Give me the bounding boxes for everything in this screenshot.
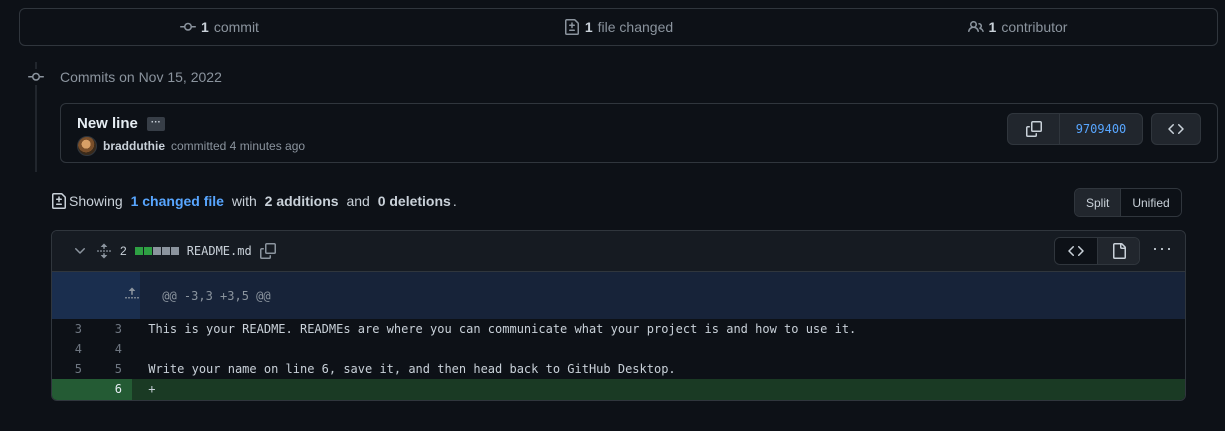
git-commit-icon bbox=[180, 22, 197, 31]
and-label: and bbox=[346, 193, 370, 209]
commit-meta: bradduthie committed 4 minutes ago bbox=[77, 136, 305, 156]
diffstat-bar bbox=[134, 247, 179, 255]
file-icon bbox=[1112, 243, 1126, 259]
commits-date-heading: Commits on Nov 15, 2022 bbox=[60, 69, 222, 85]
file-header-actions: ··· bbox=[1054, 237, 1173, 265]
fold-up-icon bbox=[125, 287, 140, 299]
code-line bbox=[140, 339, 1185, 359]
people-icon bbox=[967, 20, 984, 33]
commit-sha-link[interactable]: 9709400 bbox=[1060, 114, 1142, 144]
diffstat-block bbox=[143, 247, 152, 255]
old-line-number[interactable] bbox=[52, 379, 92, 399]
avatar[interactable] bbox=[77, 136, 97, 156]
contributors-count: 1 bbox=[988, 19, 997, 35]
diff-view-toggle: Split Unified bbox=[1074, 188, 1182, 217]
file-header: 2 README.md ··· bbox=[52, 231, 1185, 272]
author-link[interactable]: bradduthie bbox=[103, 139, 165, 153]
rich-diff-button[interactable] bbox=[1097, 238, 1140, 264]
changed-files-link[interactable]: 1 changed file bbox=[131, 193, 224, 209]
git-commit-icon bbox=[27, 69, 45, 85]
expand-up-button[interactable] bbox=[52, 272, 141, 319]
unified-view-button[interactable]: Unified bbox=[1121, 189, 1181, 216]
diff-context-row: 44 bbox=[52, 339, 1185, 359]
chevron-down-icon[interactable] bbox=[72, 243, 88, 259]
hunk-header-row: @@ -3,3 +3,5 @@ bbox=[52, 272, 1185, 319]
browse-repo-button[interactable] bbox=[1151, 113, 1201, 145]
line-numbers: 6 bbox=[52, 379, 141, 399]
commits-label: commit bbox=[213, 19, 259, 35]
hunk-header: @@ -3,3 +3,5 @@ bbox=[140, 272, 1185, 319]
commit-summary-bar: 1 commit 1 file changed 1 contributor bbox=[19, 8, 1218, 46]
copy-sha-button[interactable] bbox=[1008, 114, 1060, 144]
line-numbers: 44 bbox=[52, 339, 140, 359]
code-line: + bbox=[140, 379, 1185, 399]
diffstat-block bbox=[152, 247, 161, 255]
files-count: 1 bbox=[584, 19, 593, 35]
source-diff-button[interactable] bbox=[1055, 238, 1098, 264]
file-diff-icon bbox=[52, 193, 66, 209]
file-diff: 2 README.md ··· @@ -3,3 +3,5 @@ 3 3 This… bbox=[51, 230, 1186, 401]
code-icon bbox=[1168, 123, 1184, 135]
code-line: This is your README. READMEs are where y… bbox=[148, 322, 857, 336]
contributors-link[interactable]: 1 contributor bbox=[818, 19, 1217, 35]
old-line-number[interactable]: 3 bbox=[52, 319, 92, 339]
expand-message-button[interactable]: ··· bbox=[146, 116, 165, 131]
file-view-toggle bbox=[1054, 237, 1141, 265]
code-line: Write your name on line 6, save it, and … bbox=[148, 362, 676, 376]
new-line-number[interactable]: 5 bbox=[92, 359, 132, 379]
additions-count: 2 additions bbox=[264, 193, 339, 209]
new-line-number[interactable]: 6 bbox=[92, 379, 132, 399]
deletions-count: 0 deletions bbox=[377, 193, 451, 209]
diff-addition-row: 6 + bbox=[52, 379, 1185, 399]
commits-count-link[interactable]: 1 commit bbox=[20, 19, 419, 35]
code-line: + Adding a new line! bbox=[140, 399, 1185, 400]
commits-count: 1 bbox=[201, 19, 209, 35]
file-diff-icon bbox=[564, 19, 579, 35]
with-label: with bbox=[231, 193, 257, 209]
file-name-link[interactable]: README.md bbox=[187, 244, 252, 258]
files-label: file changed bbox=[597, 19, 674, 35]
diff-summary: Showing 1 changed file with 2 additions … bbox=[51, 193, 457, 209]
split-view-button[interactable]: Split bbox=[1075, 189, 1122, 216]
diffstat-block bbox=[161, 247, 170, 255]
files-changed-link[interactable]: 1 file changed bbox=[419, 19, 818, 35]
more-options-icon[interactable]: ··· bbox=[1152, 239, 1173, 259]
sha-button-group: 9709400 bbox=[1007, 113, 1143, 145]
old-line-number[interactable]: 4 bbox=[52, 339, 92, 359]
file-changes-count: 2 bbox=[120, 244, 127, 258]
diff-table: @@ -3,3 +3,5 @@ 3 3 This is your README. R… bbox=[52, 272, 1185, 400]
diff-addition-row: 7 + Adding a new line! bbox=[52, 399, 1185, 400]
diffstat-block bbox=[134, 247, 143, 255]
commit-time: committed 4 minutes ago bbox=[171, 139, 306, 153]
expand-all-icon[interactable] bbox=[96, 243, 112, 259]
commit-title-row: New line ··· bbox=[77, 115, 165, 132]
commit-item: New line ··· bradduthie committed 4 minu… bbox=[60, 103, 1218, 163]
old-line-number[interactable] bbox=[52, 399, 92, 400]
copy-icon bbox=[1025, 121, 1042, 137]
showing-label: Showing bbox=[69, 193, 123, 209]
diff-context-row: 3 3 This is your README. READMEs are where… bbox=[52, 319, 1185, 339]
diffstat-block bbox=[170, 247, 179, 255]
copy-icon[interactable] bbox=[259, 243, 276, 259]
new-line-number[interactable]: 4 bbox=[92, 339, 132, 359]
commit-title[interactable]: New line bbox=[77, 115, 138, 132]
file-header-info: 2 README.md bbox=[72, 231, 276, 271]
code-icon bbox=[1068, 245, 1084, 257]
new-line-number[interactable]: 7 bbox=[92, 399, 132, 400]
diff-context-row: 5 5 Write your name on line 6, save it, an… bbox=[52, 359, 1185, 379]
new-line-number[interactable]: 3 bbox=[92, 319, 132, 339]
line-numbers: 55 bbox=[52, 359, 140, 379]
contributors-label: contributor bbox=[1001, 19, 1068, 35]
old-line-number[interactable]: 5 bbox=[52, 359, 92, 379]
line-numbers: 7 bbox=[52, 399, 141, 400]
period: . bbox=[452, 193, 457, 209]
line-numbers: 33 bbox=[52, 319, 140, 339]
